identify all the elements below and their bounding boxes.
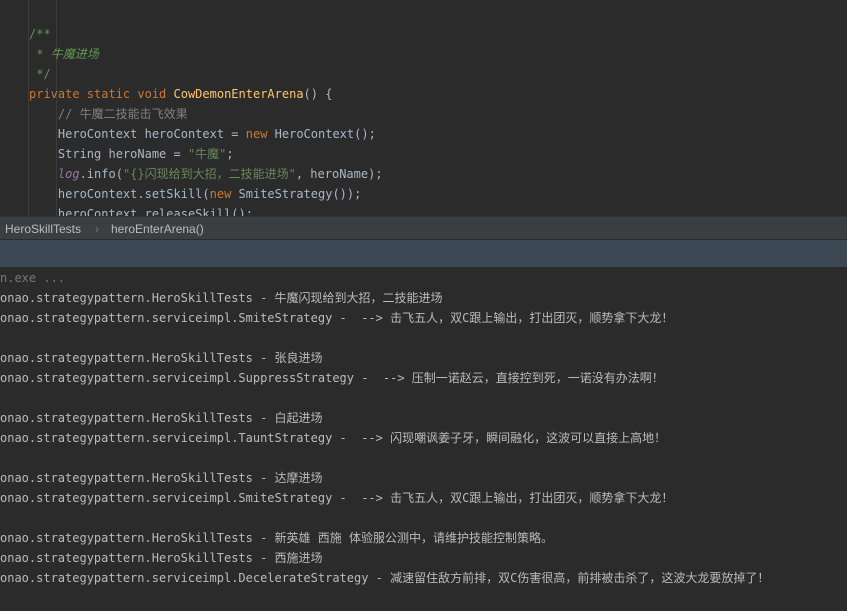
code-token: */ (29, 67, 51, 81)
code-line: log.info("{}闪现给到大招，二技能进场", heroName); (29, 164, 383, 184)
code-line: * 牛魔进场 (29, 44, 99, 64)
code-token: // 牛魔二技能击飞效果 (29, 107, 188, 121)
code-line: /** (29, 24, 51, 44)
code-line: // 牛魔二技能击飞效果 (29, 104, 188, 124)
breadcrumb: HeroSkillTests › heroEnterArena() (0, 216, 847, 240)
code-token: () { (303, 87, 333, 101)
code-line: heroContext.setSkill(new SmiteStrategy()… (29, 184, 361, 204)
console-line: onao.strategypattern.serviceimpl.Suppres… (0, 371, 664, 385)
code-token: SmiteStrategy()); (238, 187, 362, 201)
code-line: private static void CowDemonEnterArena()… (29, 84, 332, 104)
code-token: * (29, 47, 51, 61)
console-line: onao.strategypattern.serviceimpl.SmiteSt… (0, 311, 674, 325)
console-line: onao.strategypattern.serviceimpl.SmiteSt… (0, 491, 674, 505)
code-line: String heroName = "牛魔"; (29, 144, 234, 164)
console-line: onao.strategypattern.HeroSkillTests - 达摩… (0, 471, 323, 485)
console-line: onao.strategypattern.serviceimpl.TauntSt… (0, 431, 667, 445)
console-line: onao.strategypattern.HeroSkillTests - 西施… (0, 551, 323, 565)
breadcrumb-class[interactable]: HeroSkillTests (5, 217, 81, 241)
code-token: private static void (29, 87, 174, 101)
console-line: n.exe ... (0, 271, 66, 285)
console-line: onao.strategypattern.HeroSkillTests - 张良… (0, 351, 323, 365)
code-token: CowDemonEnterArena (173, 87, 304, 101)
code-token: new (209, 187, 239, 201)
code-editor[interactable]: /** * 牛魔进场 */ private static void CowDemo… (0, 0, 847, 216)
console-line: onao.strategypattern.serviceimpl.Deceler… (0, 571, 770, 585)
code-token: HeroContext heroContext = (29, 127, 246, 141)
code-token: "牛魔" (187, 147, 227, 161)
code-token: log (29, 167, 80, 181)
code-line: */ (29, 64, 51, 84)
code-token: , heroName); (295, 167, 383, 181)
run-tool-header (0, 240, 847, 267)
code-token: String heroName = (29, 147, 188, 161)
code-token: 牛魔进场 (50, 47, 99, 61)
code-token: HeroContext(); (274, 127, 376, 141)
code-token: .info( (79, 167, 123, 181)
code-token: heroContext.releaseSkill(); (29, 207, 253, 216)
console-line: onao.strategypattern.HeroSkillTests - 新英… (0, 531, 553, 545)
code-token: new (245, 127, 275, 141)
run-console-output[interactable]: n.exe ... onao.strategypattern.HeroSkillT… (0, 269, 847, 611)
code-token: "{}闪现给到大招，二技能进场" (122, 167, 296, 181)
code-token: /** (29, 27, 51, 41)
breadcrumb-separator-icon: › (95, 222, 99, 236)
console-line: onao.strategypattern.HeroSkillTests - 牛魔… (0, 291, 443, 305)
code-token: heroContext.setSkill( (29, 187, 210, 201)
breadcrumb-method[interactable]: heroEnterArena() (111, 217, 204, 241)
code-line: heroContext.releaseSkill(); (29, 204, 253, 216)
code-line: HeroContext heroContext = new HeroContex… (29, 124, 376, 144)
code-token: ; (226, 147, 234, 161)
console-line: onao.strategypattern.HeroSkillTests - 白起… (0, 411, 323, 425)
